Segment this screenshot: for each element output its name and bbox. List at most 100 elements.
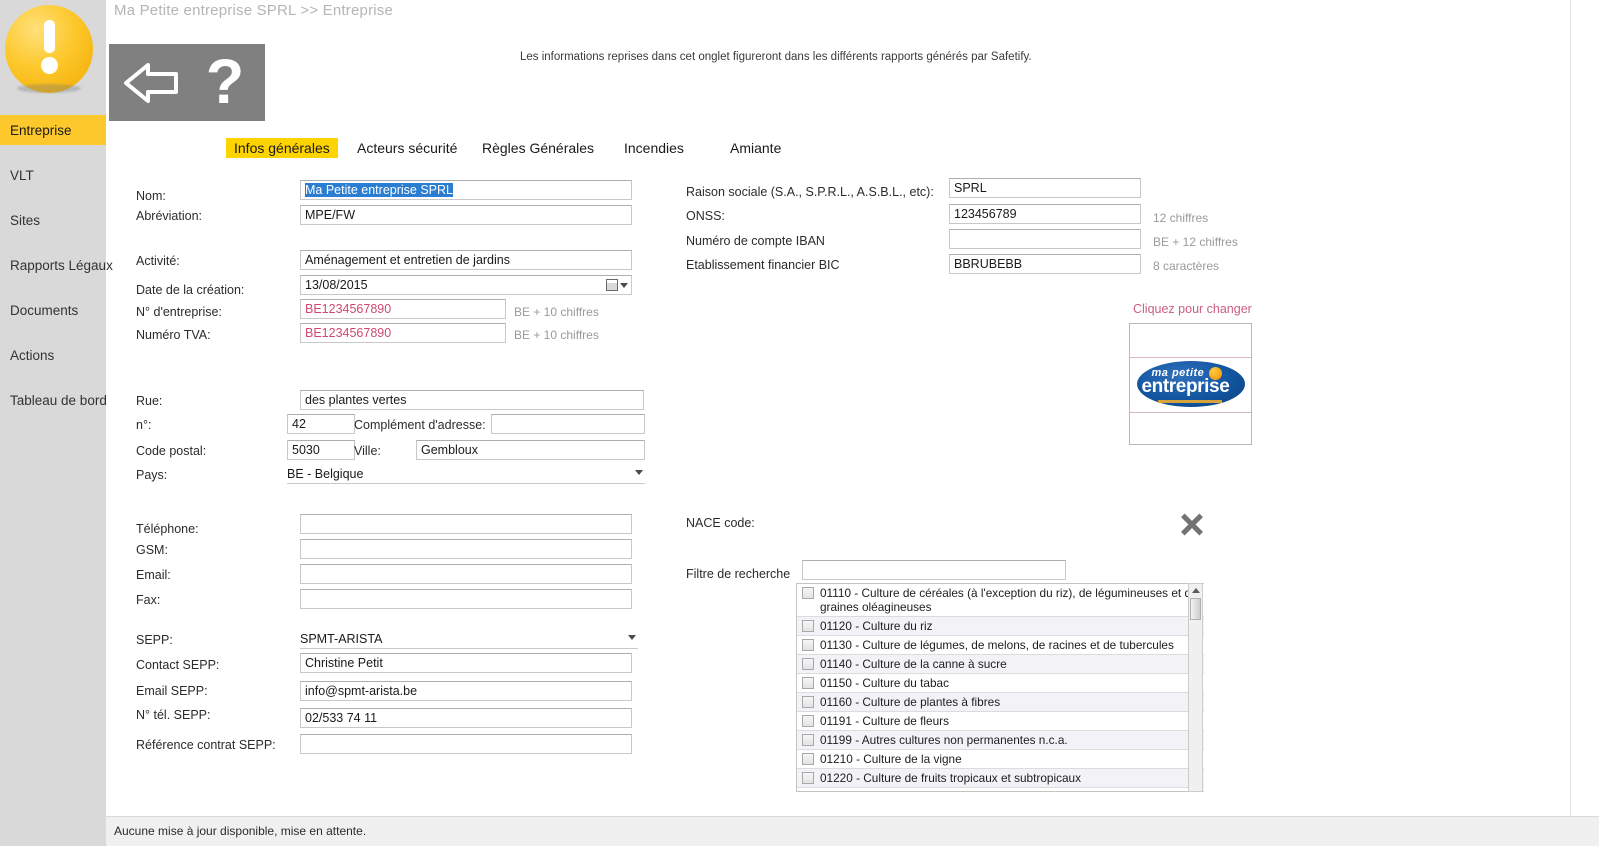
date-picker-button[interactable] — [606, 279, 628, 291]
date-creation-input-value: 13/08/2015 — [305, 278, 368, 292]
nace-checkbox[interactable] — [802, 620, 814, 632]
nace-checkbox[interactable] — [802, 587, 814, 599]
sidebar-item-label: Sites — [10, 212, 41, 228]
nace-clear-button[interactable] — [1179, 511, 1205, 537]
nace-item-label: 01130 - Culture de légumes, de melons, d… — [820, 638, 1174, 652]
nace-checkbox[interactable] — [802, 658, 814, 670]
hint-num-entreprise: BE + 10 chiffres — [514, 305, 599, 319]
numero-input-value: 42 — [292, 417, 306, 431]
nace-item-label: 01160 - Culture de plantes à fibres — [820, 695, 1001, 709]
status-bar: Aucune mise à jour disponible, mise en a… — [106, 816, 1599, 846]
nace-checkbox[interactable] — [802, 715, 814, 727]
gsm-input[interactable] — [300, 539, 632, 559]
nace-checkbox[interactable] — [802, 677, 814, 689]
back-button[interactable] — [113, 44, 189, 121]
scrollbar-thumb[interactable] — [1190, 598, 1201, 620]
iban-input[interactable] — [949, 229, 1141, 249]
nace-item-label: 01230 - Culture d'agrumes — [820, 790, 959, 791]
scroll-up-button[interactable] — [1189, 584, 1202, 597]
numero-input[interactable]: 42 — [287, 414, 355, 434]
help-button[interactable]: ? — [189, 44, 261, 121]
tab-incendies[interactable]: Incendies — [616, 138, 692, 158]
list-item[interactable]: 01130 - Culture de légumes, de melons, d… — [797, 636, 1204, 655]
sidebar-item-rapports-legaux[interactable]: Rapports Légaux — [0, 250, 113, 280]
filtre-recherche-input[interactable] — [802, 560, 1066, 580]
tab-amiante[interactable]: Amiante — [722, 138, 789, 158]
sidebar-item-entreprise[interactable]: Entreprise — [0, 115, 106, 145]
sidebar-item-documents[interactable]: Documents — [0, 295, 106, 325]
list-item[interactable]: 01150 - Culture du tabac — [797, 674, 1204, 693]
nace-checkbox[interactable] — [802, 791, 814, 792]
nace-code-list[interactable]: 01110 - Culture de céréales (à l'excepti… — [796, 583, 1204, 792]
label-bic: Etablissement financier BIC — [686, 258, 840, 272]
nace-checkbox[interactable] — [802, 696, 814, 708]
email-input[interactable] — [300, 564, 632, 584]
sidebar-item-tableau-de-bord[interactable]: Tableau de bord — [0, 385, 107, 415]
activite-input[interactable]: Aménagement et entretien de jardins — [300, 250, 632, 270]
numero-tva-input[interactable]: BE1234567890 — [300, 323, 506, 343]
tab-acteurs-securite[interactable]: Acteurs sécurité — [349, 138, 465, 158]
sidebar-item-label: VLT — [10, 167, 34, 183]
abreviation-input[interactable]: MPE/FW — [300, 205, 632, 225]
telephone-input[interactable] — [300, 514, 632, 534]
bic-input[interactable]: BBRUBEBB — [949, 254, 1141, 274]
tab-label: Amiante — [730, 140, 782, 156]
label-ref-contrat-sepp: Référence contrat SEPP: — [136, 738, 276, 752]
chevron-down-icon — [628, 635, 636, 640]
sidebar-item-vlt[interactable]: VLT — [0, 160, 106, 190]
label-onss: ONSS: — [686, 209, 725, 223]
ref-contrat-sepp-input[interactable] — [300, 734, 632, 754]
sidebar-item-actions[interactable]: Actions — [0, 340, 106, 370]
label-tel-sepp: N° tél. SEPP: — [136, 708, 211, 722]
fax-input[interactable] — [300, 589, 632, 609]
pays-select-value: BE - Belgique — [287, 466, 364, 481]
label-contact-sepp: Contact SEPP: — [136, 658, 220, 672]
list-item[interactable]: 01120 - Culture du riz — [797, 617, 1204, 636]
tab-label: Règles Générales — [482, 140, 595, 156]
label-fax: Fax: — [136, 593, 161, 607]
code-postal-input[interactable]: 5030 — [287, 440, 355, 460]
list-item[interactable]: 01210 - Culture de la vigne — [797, 750, 1204, 769]
date-creation-input[interactable]: 13/08/2015 — [300, 275, 632, 295]
label-code-postal: Code postal: — [136, 444, 207, 458]
nace-item-label: 01191 - Culture de fleurs — [820, 714, 949, 728]
tel-sepp-input[interactable]: 02/533 74 11 — [300, 708, 632, 728]
nom-input[interactable]: Ma Petite entreprise SPRL — [300, 180, 632, 200]
nace-checkbox[interactable] — [802, 639, 814, 651]
sidebar-item-sites[interactable]: Sites — [0, 205, 106, 235]
nace-item-label: 01220 - Culture de fruits tropicaux et s… — [820, 771, 1081, 785]
tab-regles-generales[interactable]: Règles Générales — [474, 138, 602, 158]
list-item[interactable]: 01230 - Culture d'agrumes — [797, 788, 1204, 792]
contact-sepp-input-value: Christine Petit — [305, 656, 383, 670]
nace-checkbox[interactable] — [802, 772, 814, 784]
onss-input[interactable]: 123456789 — [949, 204, 1141, 224]
list-item[interactable]: 01110 - Culture de céréales (à l'excepti… — [797, 584, 1204, 617]
sepp-select[interactable]: SPMT-ARISTA — [300, 629, 638, 649]
complement-adresse-input[interactable] — [491, 414, 645, 434]
logo-change-link[interactable]: Cliquez pour changer — [1133, 302, 1252, 316]
label-rue: Rue: — [136, 394, 163, 408]
list-item[interactable]: 01140 - Culture de la canne à sucre — [797, 655, 1204, 674]
logo-line2: entreprise — [1141, 376, 1230, 397]
nace-checkbox[interactable] — [802, 734, 814, 746]
pays-select[interactable]: BE - Belgique — [287, 464, 645, 484]
list-item[interactable]: 01160 - Culture de plantes à fibres — [797, 693, 1204, 712]
num-entreprise-input[interactable]: BE1234567890 — [300, 299, 506, 319]
label-telephone: Téléphone: — [136, 522, 199, 536]
contact-sepp-input[interactable]: Christine Petit — [300, 653, 632, 673]
nace-checkbox[interactable] — [802, 753, 814, 765]
email-sepp-input-value: info@spmt-arista.be — [305, 684, 418, 698]
ville-input[interactable]: Gembloux — [416, 440, 645, 460]
email-sepp-input[interactable]: info@spmt-arista.be — [300, 681, 632, 701]
raison-sociale-input[interactable]: SPRL — [949, 178, 1141, 198]
onss-input-value: 123456789 — [954, 207, 1017, 221]
company-logo-box[interactable]: ma petite entreprise — [1129, 323, 1252, 445]
tab-infos-generales[interactable]: Infos générales — [226, 138, 338, 158]
nace-list-scrollbar[interactable] — [1188, 583, 1203, 792]
list-item[interactable]: 01191 - Culture de fleurs — [797, 712, 1204, 731]
list-item[interactable]: 01199 - Autres cultures non permanentes … — [797, 731, 1204, 750]
list-item[interactable]: 01220 - Culture de fruits tropicaux et s… — [797, 769, 1204, 788]
exclamation-ball-icon — [5, 5, 93, 93]
rue-input[interactable]: des plantes vertes — [300, 390, 644, 410]
window-right-edge — [1570, 0, 1599, 846]
